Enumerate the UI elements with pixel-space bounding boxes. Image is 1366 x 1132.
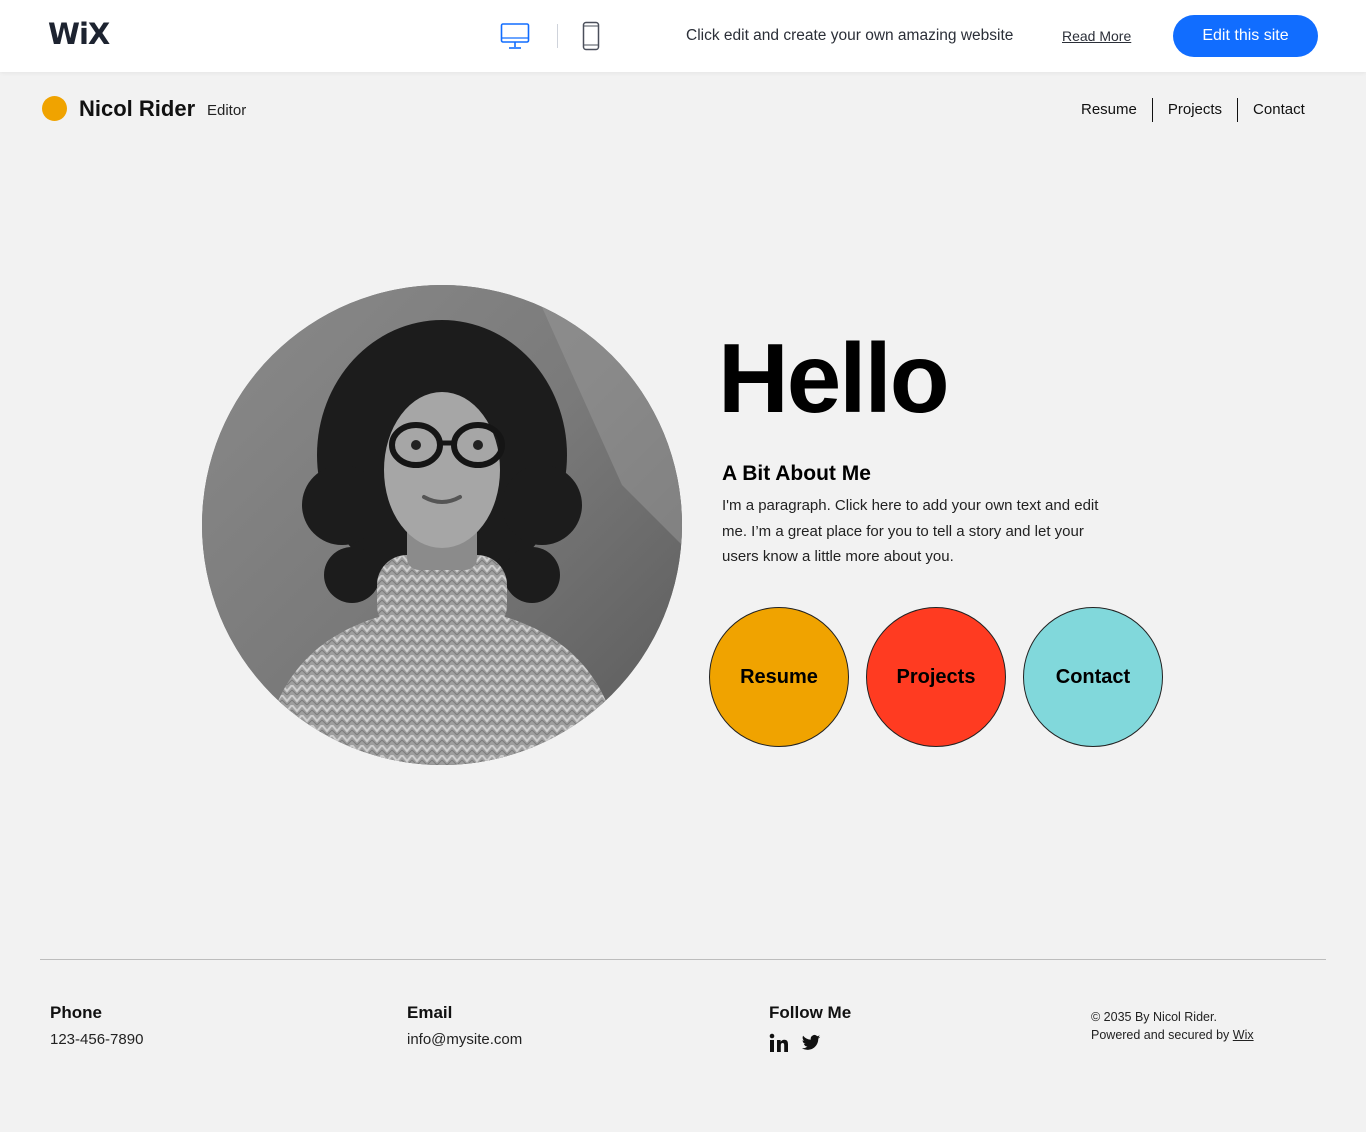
nav-resume[interactable]: Resume (1066, 98, 1152, 122)
nav-projects[interactable]: Projects (1151, 98, 1237, 122)
powered-prefix: Powered and secured by (1091, 1028, 1233, 1042)
about-heading: A Bit About Me (722, 462, 871, 485)
contact-circle-button[interactable]: Contact (1023, 607, 1163, 747)
copyright-line: © 2035 By Nicol Rider. (1091, 1010, 1217, 1024)
site-logo-dot (42, 96, 67, 121)
copyright: © 2035 By Nicol Rider. Powered and secur… (1091, 1008, 1254, 1044)
about-paragraph: I'm a paragraph. Click here to add your … (722, 497, 1099, 565)
desktop-view-icon[interactable] (500, 22, 530, 50)
hello-heading: Hello (718, 323, 950, 433)
profile-photo (202, 285, 682, 765)
powered-line: Powered and secured by Wix (1091, 1026, 1254, 1044)
wix-logo[interactable]: WiX (48, 17, 110, 51)
site-role: Editor (207, 102, 247, 119)
mobile-view-icon[interactable] (582, 21, 600, 51)
twitter-icon[interactable] (801, 1033, 821, 1053)
social-links (769, 1033, 821, 1053)
wix-link[interactable]: Wix (1233, 1028, 1254, 1042)
edit-this-site-button[interactable]: Edit this site (1173, 15, 1318, 57)
device-separator (557, 24, 558, 48)
footer-divider (40, 959, 1326, 960)
email-label: Email (407, 1003, 453, 1022)
email-value[interactable]: info@mysite.com (407, 1031, 522, 1048)
promo-text: Click edit and create your own amazing w… (686, 27, 1014, 44)
site-nav: Resume Projects Contact (1066, 98, 1320, 122)
phone-value: 123-456-7890 (50, 1031, 144, 1048)
follow-label: Follow Me (769, 1003, 852, 1022)
site-name[interactable]: Nicol Rider (79, 96, 195, 122)
resume-circle-button[interactable]: Resume (709, 607, 849, 747)
linkedin-icon[interactable] (769, 1033, 789, 1053)
projects-circle-button[interactable]: Projects (866, 607, 1006, 747)
phone-label: Phone (50, 1003, 102, 1022)
nav-contact[interactable]: Contact (1237, 98, 1320, 122)
read-more-link[interactable]: Read More (1062, 28, 1131, 44)
wix-top-bar: WiX Click edit and create your own amazi… (0, 0, 1366, 72)
